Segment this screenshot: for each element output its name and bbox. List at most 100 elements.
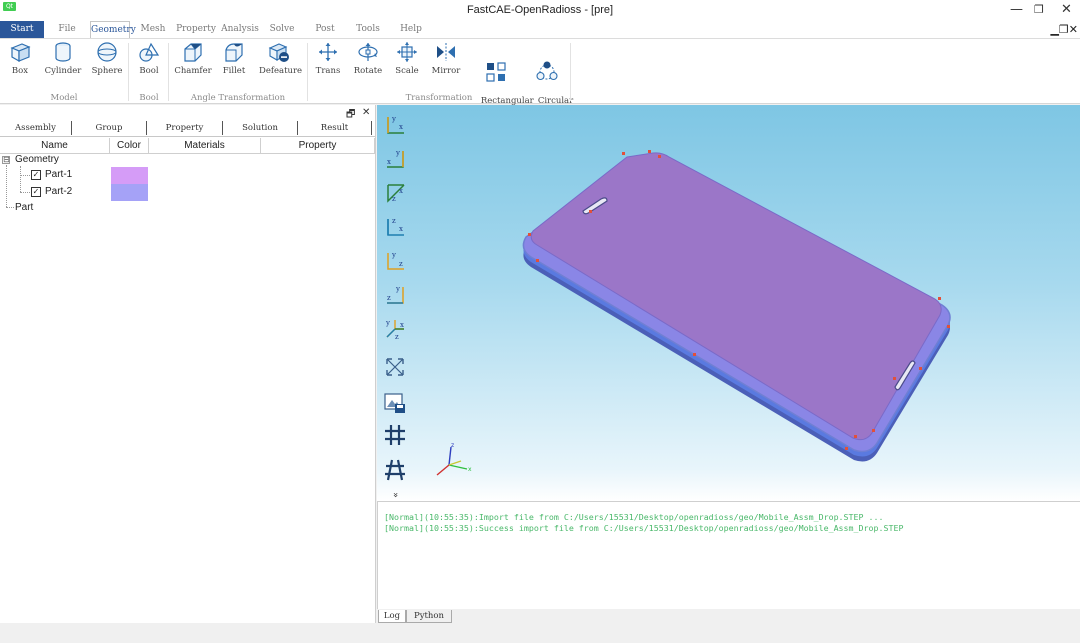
view-xz-icon[interactable]: xz — [383, 181, 407, 205]
svg-text:z: z — [392, 217, 396, 225]
tree-node-geometry[interactable]: Geometry — [15, 154, 59, 165]
defeature-label: Defeature — [259, 66, 303, 76]
3d-model[interactable] — [517, 145, 957, 465]
column-header-name[interactable]: Name — [0, 138, 110, 154]
cylinder-icon — [55, 42, 71, 62]
minimize-button[interactable]: — — [1010, 2, 1023, 17]
grid-perspective-icon[interactable] — [383, 458, 407, 482]
tab-property-panel[interactable]: Property — [147, 121, 223, 135]
cylinder-label: Cylinder — [44, 66, 82, 76]
view-yx-icon[interactable]: yx — [383, 147, 407, 171]
column-header-materials[interactable]: Materials — [149, 138, 261, 154]
tab-assembly[interactable]: Assembly — [0, 121, 72, 135]
close-panel-button[interactable]: ✕ — [362, 107, 370, 118]
bool-button[interactable]: Bool — [129, 41, 169, 76]
grid-icon[interactable] — [383, 423, 407, 447]
sphere-button[interactable]: Sphere — [87, 41, 127, 76]
column-header-property[interactable]: Property — [261, 138, 375, 154]
rectangular-pattern-icon — [486, 62, 506, 82]
view-yz-icon[interactable]: yz — [383, 249, 407, 273]
tab-help[interactable]: Help — [396, 21, 426, 38]
tree-connector — [6, 165, 7, 207]
tab-solution[interactable]: Solution — [223, 121, 298, 135]
bool-label: Bool — [139, 66, 159, 76]
tab-post[interactable]: Post — [310, 21, 340, 38]
svg-text:x: x — [399, 123, 403, 131]
translate-label: Trans — [315, 66, 341, 76]
box-icon — [10, 43, 31, 63]
3d-viewport[interactable]: yx yx xz zx yz yz yxz » z x — [377, 105, 1080, 501]
svg-text:y: y — [385, 319, 390, 327]
translate-button[interactable]: Trans — [308, 41, 348, 76]
view-zy-icon[interactable]: yz — [383, 283, 407, 307]
tab-property[interactable]: Property — [174, 21, 218, 38]
tree-node-part[interactable]: Part — [15, 202, 33, 213]
chamfer-label: Chamfer — [174, 66, 212, 76]
mirror-button[interactable]: Mirror — [426, 41, 466, 76]
save-image-icon[interactable] — [383, 391, 407, 415]
triad-x-label: x — [468, 466, 472, 473]
tab-result[interactable]: Result — [298, 121, 372, 135]
mdi-window-controls[interactable]: ▁❐✕ — [1050, 23, 1078, 36]
view-iso-icon[interactable]: y xz — [383, 317, 407, 341]
fit-view-icon[interactable] — [383, 355, 407, 379]
part-1-color-swatch[interactable] — [111, 167, 148, 184]
svg-text:y: y — [395, 285, 400, 293]
tab-analysis[interactable]: Analysis — [219, 21, 261, 38]
svg-text:z: z — [395, 333, 399, 341]
group-label-model: Model — [50, 93, 78, 103]
column-header-color[interactable]: Color — [110, 138, 149, 154]
collapse-icon[interactable]: ⊟ — [2, 156, 10, 164]
group-label-transformation: Transformation — [405, 93, 473, 103]
part-2-checkbox[interactable]: ✓ — [31, 187, 41, 197]
svg-text:z: z — [399, 260, 403, 268]
group-label-bool: Bool — [139, 93, 159, 103]
more-tools-button[interactable]: » — [390, 492, 400, 498]
tab-start[interactable]: Start — [0, 21, 44, 38]
tree-node-part-2[interactable]: Part-2 — [45, 186, 72, 197]
tab-tools[interactable]: Tools — [351, 21, 385, 38]
mirror-label: Mirror — [431, 66, 461, 76]
tab-python[interactable]: Python — [406, 610, 452, 623]
part-2-color-swatch[interactable] — [111, 184, 148, 201]
log-line: [Normal](10:55:35):Import file from C:/U… — [384, 512, 884, 522]
view-zx-icon[interactable]: zx — [383, 215, 407, 239]
rotate-button[interactable]: Rotate — [348, 41, 388, 76]
svg-text:y: y — [391, 115, 396, 123]
box-button[interactable]: Box — [0, 41, 40, 76]
tab-log[interactable]: Log — [378, 610, 406, 623]
restore-button[interactable]: ❐ — [1034, 3, 1044, 16]
tab-mesh[interactable]: Mesh — [137, 21, 169, 38]
svg-text:x: x — [399, 225, 403, 233]
chamfer-icon — [184, 43, 202, 62]
tree-connector — [20, 175, 30, 176]
scale-button[interactable]: Scale — [387, 41, 427, 76]
box-label: Box — [11, 66, 29, 76]
tab-file[interactable]: File — [50, 21, 84, 38]
defeature-button[interactable]: Defeature — [259, 41, 303, 76]
part-1-checkbox[interactable]: ✓ — [31, 170, 41, 180]
log-line: [Normal](10:55:35):Success import file f… — [384, 523, 904, 533]
cylinder-button[interactable]: Cylinder — [43, 41, 83, 76]
orientation-triad: z x — [436, 442, 472, 476]
group-separator — [570, 43, 571, 101]
fillet-button[interactable]: Fillet — [214, 41, 254, 76]
chamfer-button[interactable]: Chamfer — [173, 41, 213, 76]
menu-bar: Start File Geometry Mesh Property Analys… — [0, 21, 1080, 38]
tab-geometry[interactable]: Geometry — [90, 21, 136, 38]
scale-icon — [397, 42, 417, 62]
circular-pattern-icon — [536, 61, 558, 81]
svg-text:y: y — [395, 149, 400, 157]
tree-panel: 🗗 ✕ Assembly Group Property Solution Res… — [0, 105, 376, 623]
svg-text:y: y — [391, 251, 396, 259]
tab-group[interactable]: Group — [72, 121, 147, 135]
tab-divider — [0, 136, 375, 137]
scale-label: Scale — [395, 66, 419, 76]
svg-text:x: x — [400, 321, 404, 329]
close-button[interactable]: ✕ — [1061, 2, 1072, 17]
tab-solve[interactable]: Solve — [266, 21, 298, 38]
mirror-icon — [437, 43, 455, 61]
svg-text:x: x — [399, 187, 403, 195]
view-xy-icon[interactable]: yx — [383, 113, 407, 137]
tree-node-part-1[interactable]: Part-1 — [45, 169, 72, 180]
